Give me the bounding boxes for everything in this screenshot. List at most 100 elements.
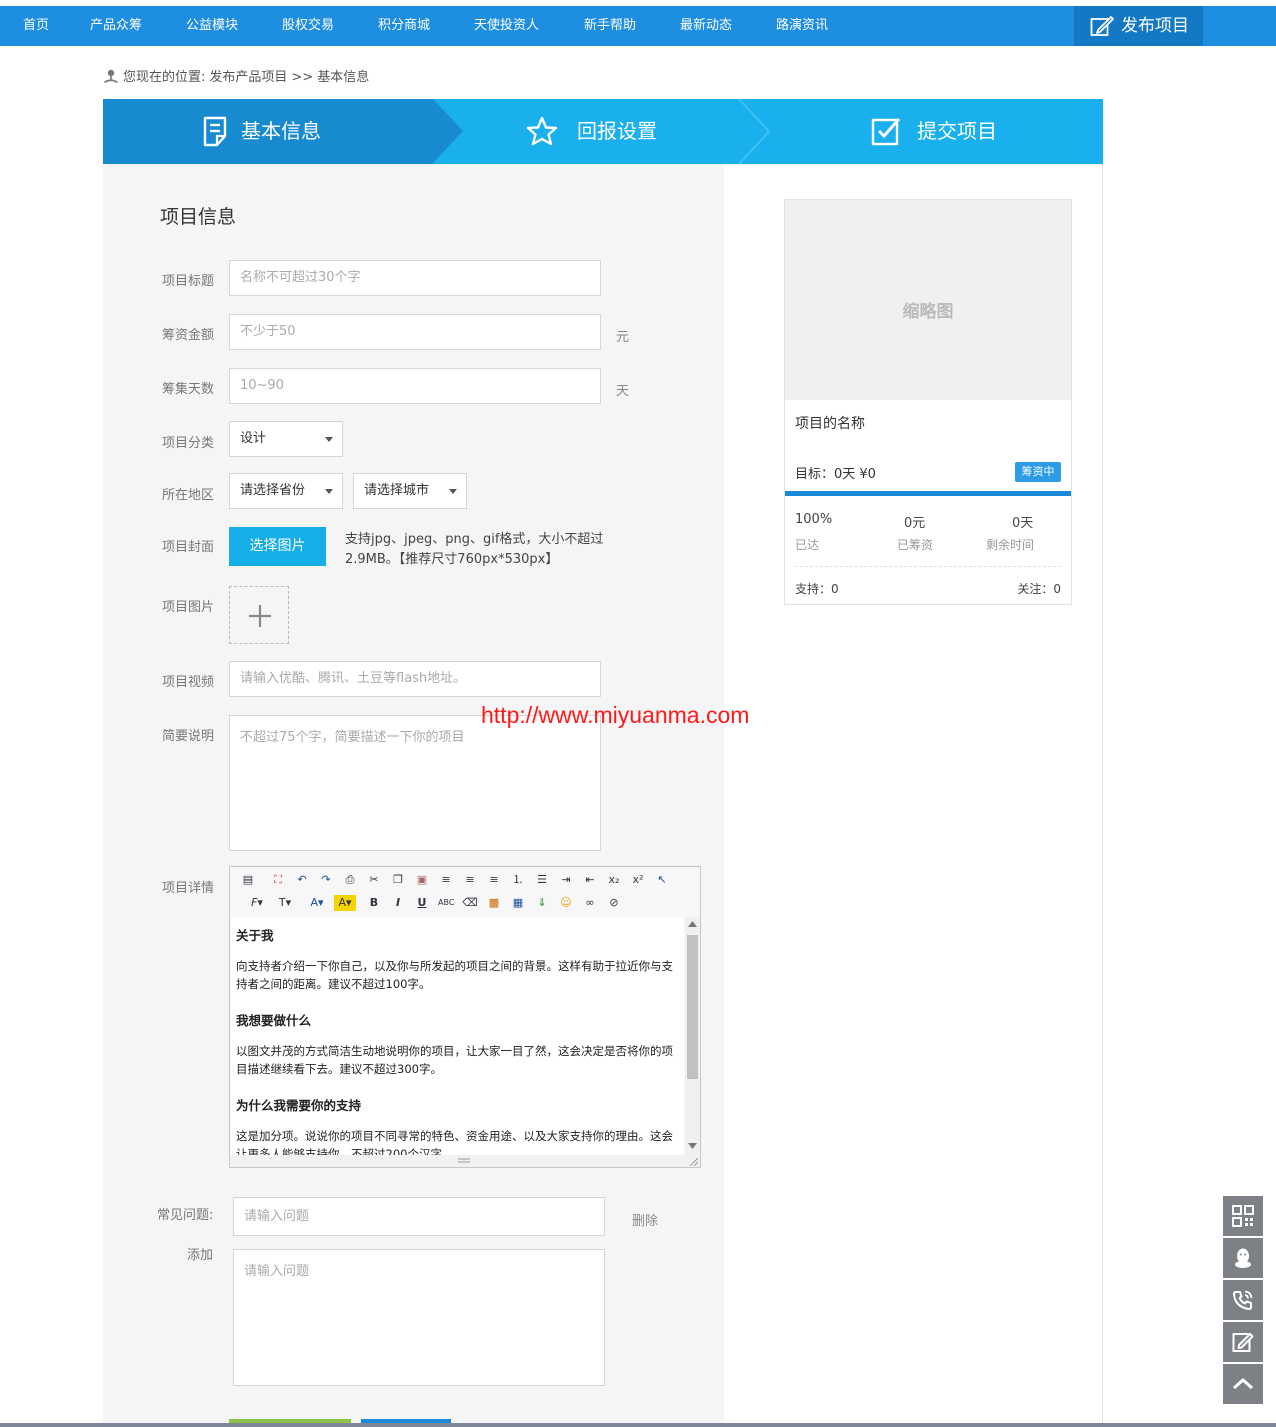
phone-icon bbox=[1233, 1290, 1253, 1310]
amount-input[interactable]: 不少于50 bbox=[229, 314, 601, 350]
italic-icon[interactable]: I bbox=[390, 895, 406, 911]
qrcode-button[interactable] bbox=[1223, 1196, 1263, 1236]
indent-icon[interactable]: ⇥ bbox=[558, 872, 574, 888]
nav-product-crowdfunding[interactable]: 产品众筹 bbox=[90, 6, 142, 46]
breadcrumb-path[interactable]: 发布产品项目 bbox=[209, 70, 287, 85]
font-color-icon[interactable]: A▾ bbox=[306, 895, 328, 911]
days-input[interactable]: 10~90 bbox=[229, 368, 601, 404]
redo-icon[interactable]: ↷ bbox=[318, 872, 334, 888]
province-value: 请选择省份 bbox=[240, 483, 306, 498]
qrcode-icon bbox=[1232, 1205, 1254, 1227]
location-icon bbox=[104, 69, 118, 84]
back-to-top-button[interactable] bbox=[1223, 1364, 1263, 1404]
undo-icon[interactable]: ↶ bbox=[294, 872, 310, 888]
nav-points-mall[interactable]: 积分商城 bbox=[378, 6, 430, 46]
unlink-icon[interactable]: ⊘ bbox=[606, 895, 622, 911]
phone-button[interactable] bbox=[1223, 1280, 1263, 1320]
amount-label: 筹资金额 bbox=[161, 328, 214, 343]
region-label: 所在地区 bbox=[161, 488, 214, 503]
nav-equity-trading[interactable]: 股权交易 bbox=[282, 6, 334, 46]
publish-project-button[interactable]: 发布项目 bbox=[1074, 6, 1203, 46]
outdent-icon[interactable]: ⇤ bbox=[582, 872, 598, 888]
add-image-button[interactable] bbox=[229, 586, 289, 644]
category-value: 设计 bbox=[240, 431, 267, 446]
editor-paragraph: 以图文并茂的方式简洁生动地说明你的项目，让大家一目了然，这会决定是否将你的项目描… bbox=[236, 1044, 673, 1076]
title-input[interactable]: 名称不可超过30个字 bbox=[229, 260, 601, 296]
faq-answer-textarea[interactable]: 请输入问题 bbox=[233, 1249, 605, 1386]
paste-icon[interactable]: ▣ bbox=[414, 872, 430, 888]
document-icon bbox=[203, 116, 227, 147]
breadcrumb-current: 基本信息 bbox=[317, 70, 370, 85]
section-title: 项目信息 bbox=[160, 206, 237, 228]
editor-heading: 关于我 bbox=[236, 928, 274, 943]
nav-angel-investor[interactable]: 天使投资人 bbox=[474, 6, 539, 46]
city-value: 请选择城市 bbox=[364, 483, 430, 498]
editor-resize-handle[interactable] bbox=[230, 1155, 700, 1167]
hr-icon[interactable]: ⇓ bbox=[534, 895, 550, 911]
card-divider bbox=[795, 566, 1061, 567]
source-icon[interactable]: ▤ bbox=[240, 872, 256, 888]
scroll-down-icon[interactable] bbox=[688, 1143, 697, 1149]
province-select[interactable]: 请选择省份 bbox=[229, 473, 343, 509]
progress-fill bbox=[785, 491, 1071, 496]
underline-icon[interactable]: U bbox=[414, 895, 430, 911]
faq-delete-link[interactable]: 删除 bbox=[632, 1210, 658, 1229]
select-all-icon[interactable]: ↖ bbox=[654, 872, 670, 888]
emoticon-icon[interactable]: ☺ bbox=[558, 895, 574, 911]
scroll-up-icon[interactable] bbox=[688, 921, 697, 927]
align-left-icon[interactable]: ≡ bbox=[438, 872, 454, 888]
fullscreen-icon[interactable]: ⛶ bbox=[270, 872, 286, 888]
link-icon[interactable]: ∞ bbox=[582, 895, 598, 911]
image-icon[interactable]: ▩ bbox=[486, 895, 502, 911]
breadcrumb-separator: >> bbox=[291, 70, 314, 85]
highlight-color-icon[interactable]: A▾ bbox=[334, 895, 356, 911]
step-arrow bbox=[433, 99, 463, 163]
copy-icon[interactable]: ❐ bbox=[390, 872, 406, 888]
step-divider-chevron bbox=[738, 99, 771, 164]
plus-icon bbox=[249, 605, 271, 627]
preview-project-name: 项目的名称 bbox=[795, 416, 865, 432]
cover-hint: 支持jpg、jpeg、png、gif格式，大小不超过2.9MB。【推荐尺寸760… bbox=[345, 532, 604, 567]
scrollbar-thumb[interactable] bbox=[687, 935, 698, 1079]
nav-beginner-help[interactable]: 新手帮助 bbox=[584, 6, 636, 46]
font-size-icon[interactable]: T▾ bbox=[274, 895, 296, 911]
eraser-icon[interactable]: ⌫ bbox=[462, 895, 478, 911]
strikethrough-icon[interactable]: ABC bbox=[438, 895, 454, 911]
editor-scrollbar[interactable] bbox=[685, 917, 700, 1155]
nav-latest-news[interactable]: 最新动态 bbox=[680, 6, 732, 46]
back-to-top-icon bbox=[1233, 1378, 1253, 1390]
stat-raised-label: 已筹资 bbox=[897, 538, 934, 552]
ordered-list-icon[interactable]: ⒈ bbox=[510, 872, 526, 888]
status-badge: 筹资中 bbox=[1015, 462, 1061, 482]
summary-textarea[interactable]: 不超过75个字，简要描述一下你的项目 bbox=[229, 715, 601, 851]
nav-roadshow[interactable]: 路演资讯 bbox=[776, 6, 828, 46]
faq-question-input[interactable]: 请输入问题 bbox=[233, 1197, 605, 1236]
table-icon[interactable]: ▦ bbox=[510, 895, 526, 911]
cover-label: 项目封面 bbox=[161, 540, 214, 555]
video-input[interactable]: 请输入优酷、腾讯、土豆等flash地址。 bbox=[229, 661, 601, 697]
print-icon[interactable]: ⎙ bbox=[342, 872, 358, 888]
chevron-down-icon bbox=[325, 437, 333, 442]
qq-button[interactable] bbox=[1223, 1238, 1263, 1278]
align-right-icon[interactable]: ≡ bbox=[486, 872, 502, 888]
superscript-icon[interactable]: x² bbox=[630, 872, 646, 888]
cut-icon[interactable]: ✂ bbox=[366, 872, 382, 888]
faq-add-link[interactable]: 添加 bbox=[187, 1244, 213, 1263]
category-select[interactable]: 设计 bbox=[229, 421, 343, 457]
choose-image-button[interactable]: 选择图片 bbox=[229, 527, 326, 566]
summary-label: 简要说明 bbox=[161, 729, 214, 744]
editor-content[interactable]: 关于我 向支持者介绍一下你自己，以及你与所发起的项目之间的背景。这样有助于拉近你… bbox=[231, 917, 684, 1155]
editor-heading: 我想要做什么 bbox=[236, 1013, 312, 1028]
amount-unit: 元 bbox=[616, 330, 630, 345]
city-select[interactable]: 请选择城市 bbox=[353, 473, 467, 509]
align-center-icon[interactable]: ≡ bbox=[462, 872, 478, 888]
chevron-down-icon bbox=[449, 489, 457, 494]
unordered-list-icon[interactable]: ☰ bbox=[534, 872, 550, 888]
font-family-icon[interactable]: F▾ bbox=[246, 895, 268, 911]
bold-icon[interactable]: B bbox=[366, 895, 382, 911]
feedback-button[interactable] bbox=[1223, 1322, 1263, 1362]
category-label: 项目分类 bbox=[161, 436, 214, 451]
subscript-icon[interactable]: x₂ bbox=[606, 872, 622, 888]
nav-charity[interactable]: 公益模块 bbox=[186, 6, 238, 46]
nav-home[interactable]: 首页 bbox=[23, 6, 49, 46]
